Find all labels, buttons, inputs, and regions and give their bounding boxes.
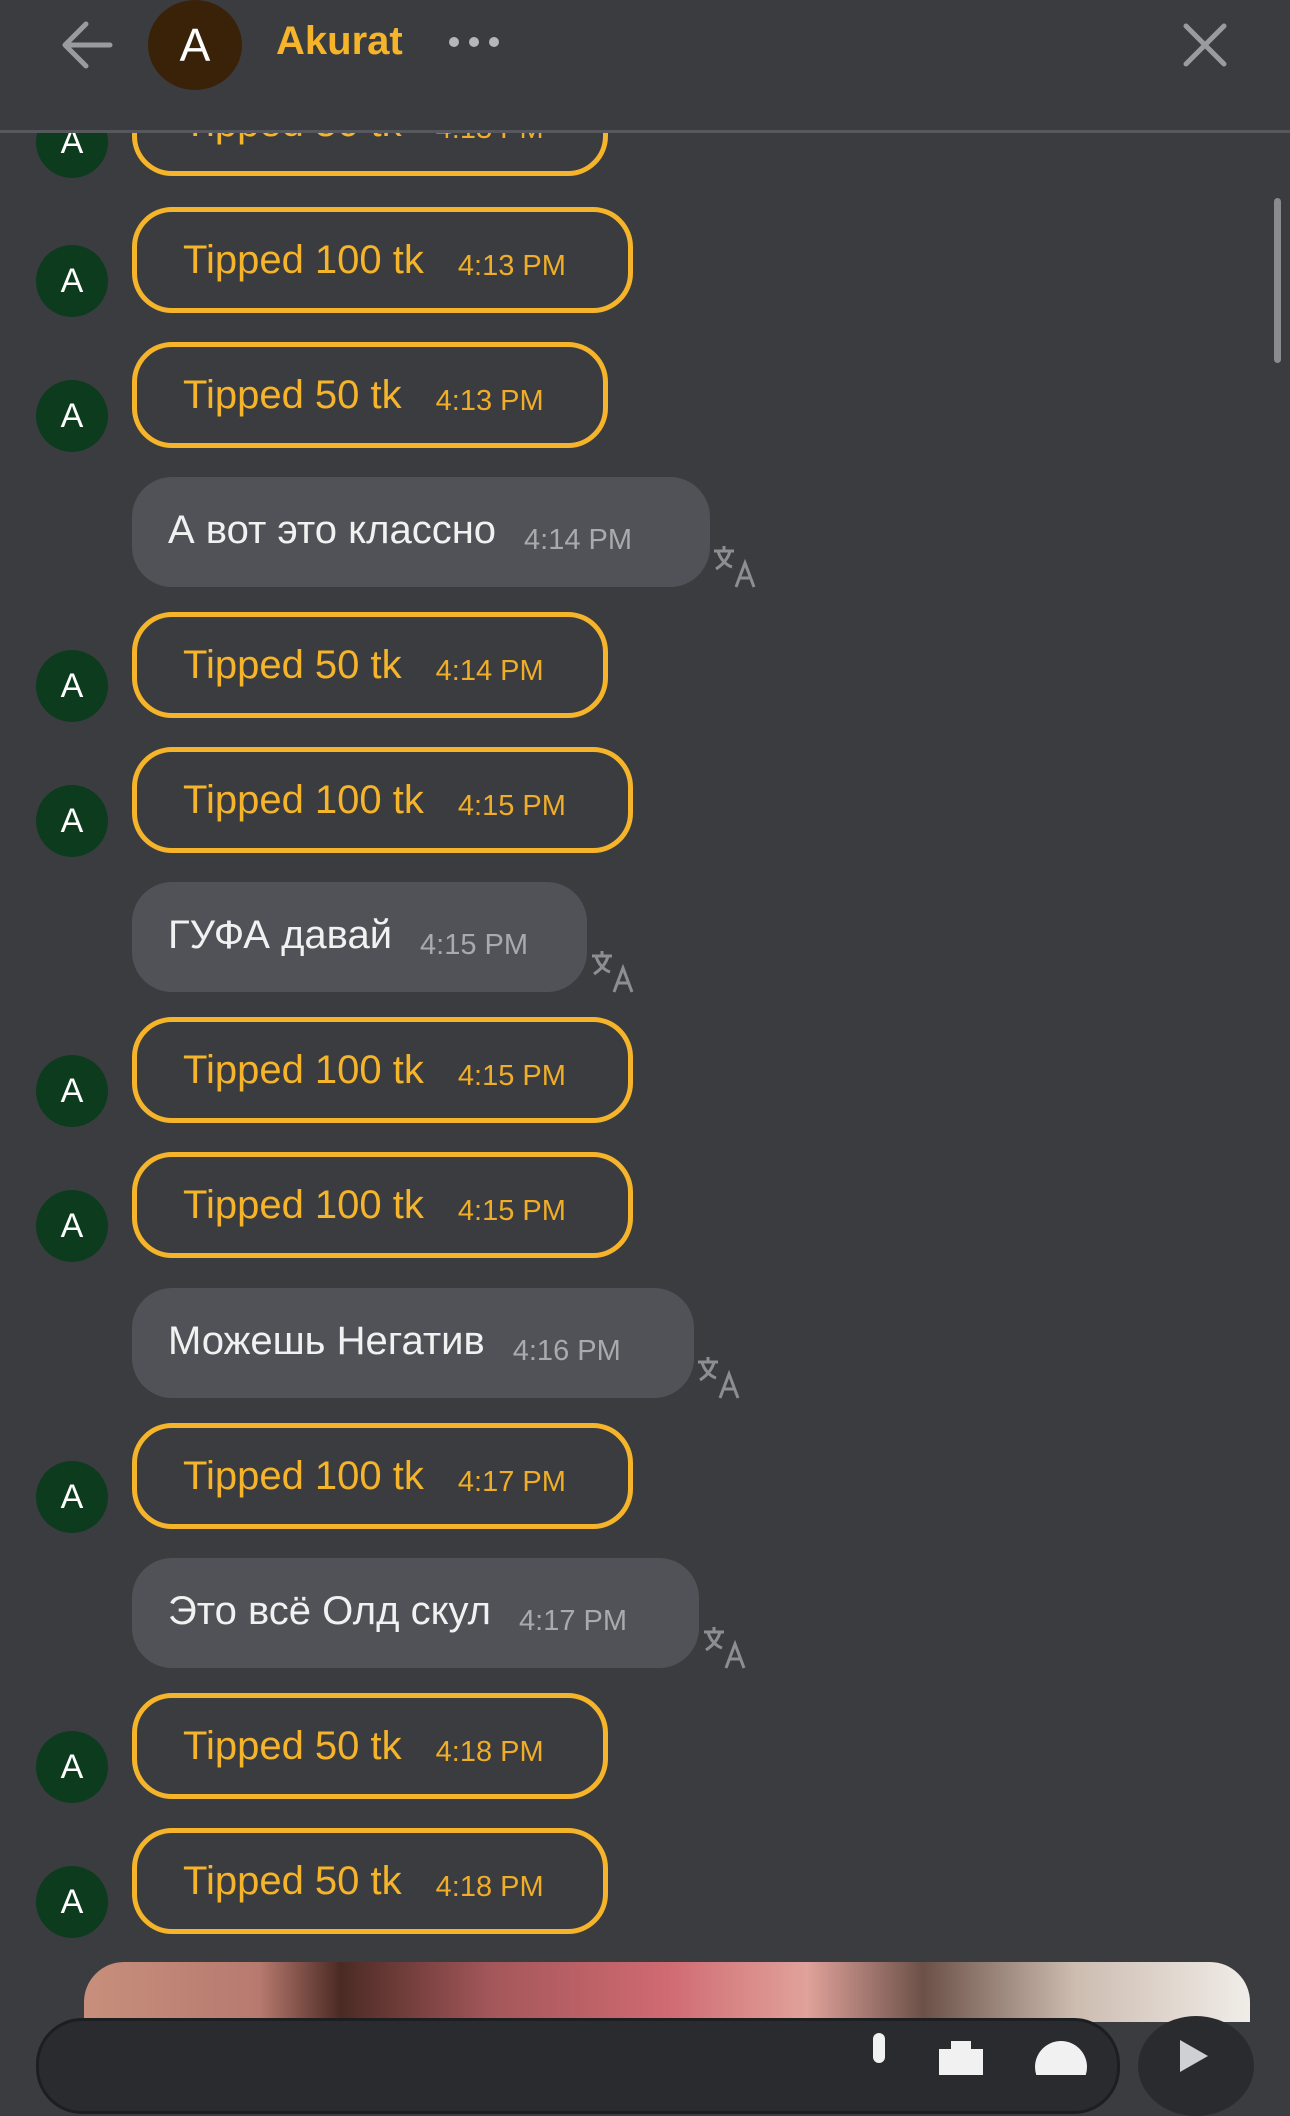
avatar[interactable]: A bbox=[36, 650, 108, 722]
message-bubble: А вот это классно 4:14 PM bbox=[132, 477, 710, 587]
list-item: A Tipped 100 tk 4:13 PM bbox=[0, 207, 1290, 319]
list-item: А вот это классно 4:14 PM bbox=[0, 477, 1290, 589]
avatar[interactable]: A bbox=[36, 1055, 108, 1127]
tip-bubble: Tipped 100 tk 4:13 PM bbox=[132, 207, 633, 313]
message-time: 4:17 PM bbox=[519, 1605, 628, 1637]
avatar[interactable]: A bbox=[36, 785, 108, 857]
list-item: ГУФА давай 4:15 PM bbox=[0, 882, 1290, 994]
message-time: 4:13 PM bbox=[435, 385, 544, 417]
avatar[interactable]: A bbox=[36, 1461, 108, 1533]
avatar[interactable]: A bbox=[36, 1866, 108, 1938]
avatar[interactable]: A bbox=[36, 1731, 108, 1803]
tip-bubble: Tipped 50 tk 4:14 PM bbox=[132, 612, 608, 718]
list-item: A Tipped 100 tk 4:15 PM bbox=[0, 1152, 1290, 1264]
message-text: А вот это классно bbox=[168, 508, 497, 552]
tip-text: Tipped 50 tk bbox=[183, 1724, 402, 1768]
list-item: A Tipped 50 tk 4:18 PM bbox=[0, 1693, 1290, 1805]
translate-icon[interactable] bbox=[702, 1624, 748, 1670]
message-input[interactable] bbox=[36, 2018, 1120, 2114]
message-bubble: Это всё Олд скул 4:17 PM bbox=[132, 1558, 699, 1668]
list-item: A Tipped 50 tk 4:18 PM bbox=[0, 1828, 1290, 1940]
tip-bubble: Tipped 100 tk 4:17 PM bbox=[132, 1423, 633, 1529]
tip-text: Tipped 50 tk bbox=[183, 643, 402, 687]
message-time: 4:14 PM bbox=[435, 655, 544, 687]
tip-bubble: Tipped 50 tk 4:13 PM bbox=[132, 342, 608, 448]
message-time: 4:15 PM bbox=[457, 1195, 566, 1227]
tip-text: Tipped 100 tk bbox=[183, 1183, 424, 1227]
message-time: 4:16 PM bbox=[512, 1335, 621, 1367]
close-icon[interactable] bbox=[1180, 20, 1230, 70]
more-options-icon[interactable] bbox=[448, 30, 500, 54]
media-preview[interactable] bbox=[84, 1962, 1250, 2022]
list-item: Можешь Негатив 4:16 PM bbox=[0, 1288, 1290, 1400]
emoji-icon[interactable] bbox=[1029, 2035, 1093, 2075]
list-item: A Tipped 100 tk 4:15 PM bbox=[0, 747, 1290, 859]
message-bubble: ГУФА давай 4:15 PM bbox=[132, 882, 587, 992]
message-time: 4:15 PM bbox=[457, 1060, 566, 1092]
message-time: 4:18 PM bbox=[435, 1736, 544, 1768]
message-time: 4:15 PM bbox=[420, 929, 529, 961]
tip-bubble: Tipped 100 tk 4:15 PM bbox=[132, 747, 633, 853]
list-item: A Tipped 100 tk 4:17 PM bbox=[0, 1423, 1290, 1535]
message-time: 4:18 PM bbox=[435, 1871, 544, 1903]
message-time: 4:15 PM bbox=[457, 790, 566, 822]
tip-bubble: Tipped 100 tk 4:15 PM bbox=[132, 1017, 633, 1123]
contact-name[interactable]: Akurat bbox=[276, 14, 403, 68]
translate-icon[interactable] bbox=[712, 543, 758, 589]
tip-text: Tipped 50 tk bbox=[183, 373, 402, 417]
scrollbar[interactable] bbox=[1274, 198, 1281, 363]
message-bubble: Можешь Негатив 4:16 PM bbox=[132, 1288, 694, 1398]
message-time: 4:14 PM bbox=[524, 524, 633, 556]
chat-header: A Akurat bbox=[0, 0, 1290, 133]
message-time: 4:13 PM bbox=[457, 250, 566, 282]
send-button[interactable] bbox=[1138, 2016, 1254, 2116]
message-text: Можешь Негатив bbox=[168, 1319, 485, 1363]
avatar[interactable]: A bbox=[36, 380, 108, 452]
tip-text: Tipped 100 tk bbox=[183, 1454, 424, 1498]
tip-text: Tipped 100 tk bbox=[183, 778, 424, 822]
translate-icon[interactable] bbox=[696, 1354, 742, 1400]
list-item: A Tipped 100 tk 4:15 PM bbox=[0, 1017, 1290, 1129]
list-item: A Tipped 50 tk 4:13 PM bbox=[0, 342, 1290, 454]
tip-bubble: Tipped 50 tk 4:18 PM bbox=[132, 1828, 608, 1934]
avatar[interactable]: A bbox=[36, 245, 108, 317]
back-arrow-icon[interactable] bbox=[58, 18, 118, 72]
send-icon bbox=[1180, 2040, 1208, 2072]
chat-scroll-area[interactable]: A Tipped 50 tk 4:13 PM A Tipped 100 tk 4:1… bbox=[0, 0, 1290, 2059]
tip-bubble: Tipped 100 tk 4:15 PM bbox=[132, 1152, 633, 1258]
list-item: A Tipped 50 tk 4:14 PM bbox=[0, 612, 1290, 724]
avatar[interactable]: A bbox=[36, 1190, 108, 1262]
tip-bubble: Tipped 50 tk 4:18 PM bbox=[132, 1693, 608, 1799]
camera-icon[interactable] bbox=[929, 2035, 993, 2075]
tip-text: Tipped 100 tk bbox=[183, 238, 424, 282]
message-time: 4:17 PM bbox=[457, 1466, 566, 1498]
message-text: Это всё Олд скул bbox=[168, 1589, 492, 1633]
tip-text: Tipped 50 tk bbox=[183, 1859, 402, 1903]
microphone-icon[interactable] bbox=[859, 2033, 899, 2073]
message-text: ГУФА давай bbox=[168, 913, 393, 957]
avatar[interactable]: A bbox=[148, 0, 242, 90]
list-item: Это всё Олд скул 4:17 PM bbox=[0, 1558, 1290, 1670]
tip-text: Tipped 100 tk bbox=[183, 1048, 424, 1092]
translate-icon[interactable] bbox=[590, 948, 636, 994]
